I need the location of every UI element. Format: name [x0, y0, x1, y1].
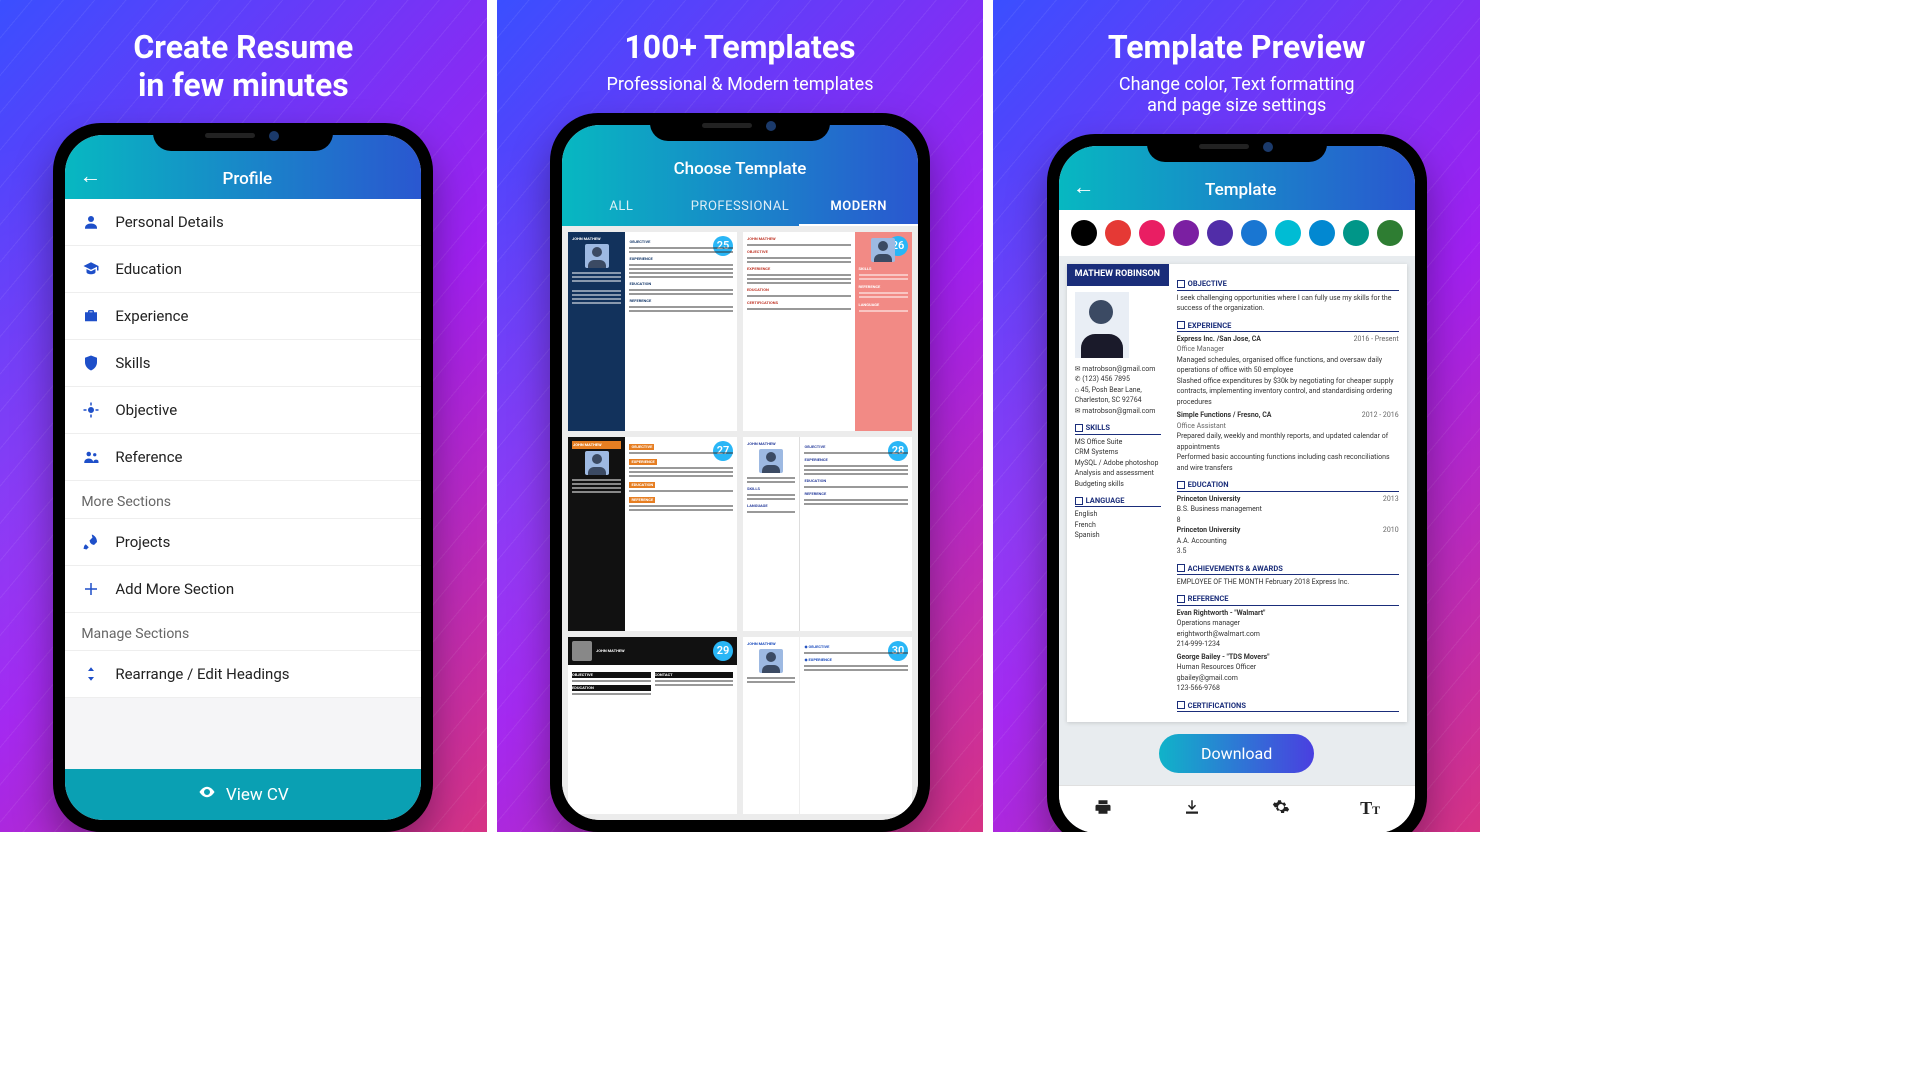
row-skills[interactable]: Skills	[65, 340, 421, 387]
color-swatch-8[interactable]	[1343, 220, 1369, 246]
education-icon	[81, 259, 101, 279]
template-grid[interactable]: 25 JOHN MATHEW OBJECTIVEEXPERIENCEEDUCAT…	[562, 226, 918, 820]
bottom-toolbar: TT	[1059, 785, 1415, 832]
color-swatch-1[interactable]	[1105, 220, 1131, 246]
plus-icon	[81, 579, 101, 599]
panel-preview: Template Preview Change color, Text form…	[993, 0, 1480, 832]
badge-27: 27	[713, 441, 733, 461]
color-palette	[1059, 210, 1415, 256]
color-swatch-2[interactable]	[1139, 220, 1165, 246]
settings-icon[interactable]	[1237, 786, 1326, 832]
person-icon	[81, 212, 101, 232]
row-rearrange[interactable]: Rearrange / Edit Headings	[65, 651, 421, 698]
print-icon[interactable]	[1059, 786, 1148, 832]
panel3-heading: Template Preview Change color, Text form…	[1092, 0, 1382, 134]
panel-templates: 100+ Templates Professional & Modern tem…	[497, 0, 984, 832]
color-swatch-7[interactable]	[1309, 220, 1335, 246]
download-icon[interactable]	[1148, 786, 1237, 832]
panel-create-resume: Create Resumein few minutes ← Profile Pe…	[0, 0, 487, 832]
row-projects[interactable]: Projects	[65, 519, 421, 566]
profile-title: Profile	[87, 169, 407, 189]
row-add-more-section[interactable]: Add More Section	[65, 566, 421, 613]
tab-modern[interactable]: MODERN	[799, 189, 918, 226]
target-icon	[81, 400, 101, 420]
rocket-icon	[81, 532, 101, 552]
template-card-28[interactable]: 28 JOHN MATHEWSKILLSLANGUAGE OBJECTIVEEX…	[743, 437, 912, 632]
template-title: Template	[1081, 180, 1401, 200]
template-card-30[interactable]: 30 JOHN MATHEW ◆ OBJECTIVE◆ EXPERIENCE	[743, 637, 912, 814]
tab-all[interactable]: ALL	[562, 189, 681, 226]
phone-frame-2: Choose Template ALL PROFESSIONAL MODERN …	[550, 113, 930, 832]
more-sections-label: More Sections	[65, 481, 421, 519]
row-personal-details[interactable]: Personal Details	[65, 199, 421, 246]
briefcase-icon	[81, 306, 101, 326]
template-card-25[interactable]: 25 JOHN MATHEW OBJECTIVEEXPERIENCEEDUCAT…	[568, 232, 737, 431]
phone-frame-3: ← Template MATHEW ROBINSON ✉ matrobson@g…	[1047, 134, 1427, 832]
sort-icon	[81, 664, 101, 684]
template-card-26[interactable]: 26 SKILLSREFERENCELANGUAGE JOHN MATHEWOB…	[743, 232, 912, 431]
eye-icon	[198, 783, 216, 806]
color-swatch-9[interactable]	[1377, 220, 1403, 246]
template-appbar: ← Template	[1059, 146, 1415, 210]
color-swatch-0[interactable]	[1071, 220, 1097, 246]
choose-appbar: Choose Template	[562, 125, 918, 189]
resume-preview: MATHEW ROBINSON ✉ matrobson@gmail.com ✆ …	[1067, 264, 1407, 722]
manage-sections-label: Manage Sections	[65, 613, 421, 651]
panel1-heading: Create Resumein few minutes	[117, 0, 369, 123]
color-swatch-3[interactable]	[1173, 220, 1199, 246]
panel2-heading: 100+ Templates Professional & Modern tem…	[591, 0, 890, 113]
template-tabs: ALL PROFESSIONAL MODERN	[562, 189, 918, 226]
color-swatch-6[interactable]	[1275, 220, 1301, 246]
resume-name: MATHEW ROBINSON	[1067, 264, 1169, 286]
avatar	[1075, 292, 1129, 358]
row-reference[interactable]: Reference	[65, 434, 421, 481]
people-icon	[81, 447, 101, 467]
color-swatch-4[interactable]	[1207, 220, 1233, 246]
phone-frame-1: ← Profile Personal Details Education Exp…	[53, 123, 433, 832]
row-objective[interactable]: Objective	[65, 387, 421, 434]
choose-title: Choose Template	[576, 159, 904, 179]
color-swatch-5[interactable]	[1241, 220, 1267, 246]
view-cv-button[interactable]: View CV	[65, 769, 421, 820]
tab-professional[interactable]: PROFESSIONAL	[681, 189, 800, 226]
shield-icon	[81, 353, 101, 373]
download-button[interactable]: Download	[1159, 734, 1314, 773]
row-education[interactable]: Education	[65, 246, 421, 293]
badge-28: 28	[888, 441, 908, 461]
row-experience[interactable]: Experience	[65, 293, 421, 340]
profile-appbar: ← Profile	[65, 135, 421, 199]
template-card-27[interactable]: 27 JOHN MATHEW OBJECTIVEEXPERIENCEEDUCAT…	[568, 437, 737, 632]
text-format-icon[interactable]: TT	[1326, 786, 1415, 832]
template-card-29[interactable]: 29 JOHN MATHEW OBJECTIVEEDUCATIONCONTACT	[568, 637, 737, 814]
